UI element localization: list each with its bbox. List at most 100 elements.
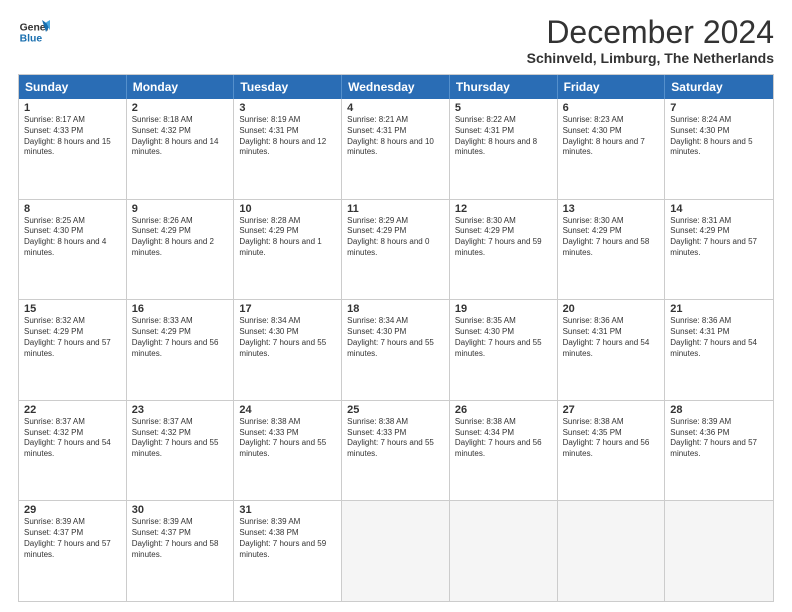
cal-cell: 10Sunrise: 8:28 AMSunset: 4:29 PMDayligh…: [234, 200, 342, 300]
day-number: 21: [670, 303, 768, 315]
cal-cell: 9Sunrise: 8:26 AMSunset: 4:29 PMDaylight…: [127, 200, 235, 300]
calendar-body: 1Sunrise: 8:17 AMSunset: 4:33 PMDaylight…: [19, 99, 773, 601]
day-number: 25: [347, 404, 444, 416]
cell-text: Sunrise: 8:38 AMSunset: 4:34 PMDaylight:…: [455, 417, 552, 460]
header-day-sunday: Sunday: [19, 75, 127, 99]
cell-text: Sunrise: 8:34 AMSunset: 4:30 PMDaylight:…: [347, 316, 444, 359]
cal-cell: 24Sunrise: 8:38 AMSunset: 4:33 PMDayligh…: [234, 401, 342, 501]
cell-text: Sunrise: 8:33 AMSunset: 4:29 PMDaylight:…: [132, 316, 229, 359]
day-number: 16: [132, 303, 229, 315]
week-row-1: 1Sunrise: 8:17 AMSunset: 4:33 PMDaylight…: [19, 99, 773, 200]
header-day-saturday: Saturday: [665, 75, 773, 99]
cal-cell: 3Sunrise: 8:19 AMSunset: 4:31 PMDaylight…: [234, 99, 342, 199]
day-number: 27: [563, 404, 660, 416]
cell-text: Sunrise: 8:38 AMSunset: 4:35 PMDaylight:…: [563, 417, 660, 460]
cal-cell: 27Sunrise: 8:38 AMSunset: 4:35 PMDayligh…: [558, 401, 666, 501]
cal-cell: 21Sunrise: 8:36 AMSunset: 4:31 PMDayligh…: [665, 300, 773, 400]
cell-text: Sunrise: 8:29 AMSunset: 4:29 PMDaylight:…: [347, 216, 444, 259]
header-day-friday: Friday: [558, 75, 666, 99]
cal-cell: 8Sunrise: 8:25 AMSunset: 4:30 PMDaylight…: [19, 200, 127, 300]
cell-text: Sunrise: 8:39 AMSunset: 4:37 PMDaylight:…: [132, 517, 229, 560]
cal-cell: 31Sunrise: 8:39 AMSunset: 4:38 PMDayligh…: [234, 501, 342, 601]
day-number: 19: [455, 303, 552, 315]
day-number: 23: [132, 404, 229, 416]
cell-text: Sunrise: 8:34 AMSunset: 4:30 PMDaylight:…: [239, 316, 336, 359]
day-number: 11: [347, 203, 444, 215]
week-row-5: 29Sunrise: 8:39 AMSunset: 4:37 PMDayligh…: [19, 501, 773, 601]
cell-text: Sunrise: 8:39 AMSunset: 4:38 PMDaylight:…: [239, 517, 336, 560]
cal-cell: 4Sunrise: 8:21 AMSunset: 4:31 PMDaylight…: [342, 99, 450, 199]
cal-cell: 30Sunrise: 8:39 AMSunset: 4:37 PMDayligh…: [127, 501, 235, 601]
day-number: 13: [563, 203, 660, 215]
cal-cell: 15Sunrise: 8:32 AMSunset: 4:29 PMDayligh…: [19, 300, 127, 400]
cal-cell: 12Sunrise: 8:30 AMSunset: 4:29 PMDayligh…: [450, 200, 558, 300]
cell-text: Sunrise: 8:38 AMSunset: 4:33 PMDaylight:…: [239, 417, 336, 460]
cell-text: Sunrise: 8:18 AMSunset: 4:32 PMDaylight:…: [132, 115, 229, 158]
week-row-4: 22Sunrise: 8:37 AMSunset: 4:32 PMDayligh…: [19, 401, 773, 502]
cell-text: Sunrise: 8:30 AMSunset: 4:29 PMDaylight:…: [563, 216, 660, 259]
cell-text: Sunrise: 8:21 AMSunset: 4:31 PMDaylight:…: [347, 115, 444, 158]
cell-text: Sunrise: 8:22 AMSunset: 4:31 PMDaylight:…: [455, 115, 552, 158]
cal-cell: 18Sunrise: 8:34 AMSunset: 4:30 PMDayligh…: [342, 300, 450, 400]
day-number: 9: [132, 203, 229, 215]
cal-cell: 25Sunrise: 8:38 AMSunset: 4:33 PMDayligh…: [342, 401, 450, 501]
day-number: 5: [455, 102, 552, 114]
cell-text: Sunrise: 8:24 AMSunset: 4:30 PMDaylight:…: [670, 115, 768, 158]
day-number: 22: [24, 404, 121, 416]
cal-cell: [665, 501, 773, 601]
cal-cell: 29Sunrise: 8:39 AMSunset: 4:37 PMDayligh…: [19, 501, 127, 601]
header-day-tuesday: Tuesday: [234, 75, 342, 99]
day-number: 6: [563, 102, 660, 114]
cal-cell: 17Sunrise: 8:34 AMSunset: 4:30 PMDayligh…: [234, 300, 342, 400]
header-day-monday: Monday: [127, 75, 235, 99]
day-number: 26: [455, 404, 552, 416]
cal-cell: [450, 501, 558, 601]
cal-cell: 2Sunrise: 8:18 AMSunset: 4:32 PMDaylight…: [127, 99, 235, 199]
day-number: 18: [347, 303, 444, 315]
page: General Blue December 2024 Schinveld, Li…: [0, 0, 792, 612]
svg-text:Blue: Blue: [20, 34, 43, 45]
cal-cell: 19Sunrise: 8:35 AMSunset: 4:30 PMDayligh…: [450, 300, 558, 400]
day-number: 17: [239, 303, 336, 315]
cal-cell: 14Sunrise: 8:31 AMSunset: 4:29 PMDayligh…: [665, 200, 773, 300]
cal-cell: 20Sunrise: 8:36 AMSunset: 4:31 PMDayligh…: [558, 300, 666, 400]
cal-cell: 13Sunrise: 8:30 AMSunset: 4:29 PMDayligh…: [558, 200, 666, 300]
cal-cell: 28Sunrise: 8:39 AMSunset: 4:36 PMDayligh…: [665, 401, 773, 501]
day-number: 29: [24, 504, 121, 516]
day-number: 14: [670, 203, 768, 215]
day-number: 30: [132, 504, 229, 516]
cal-cell: 6Sunrise: 8:23 AMSunset: 4:30 PMDaylight…: [558, 99, 666, 199]
week-row-3: 15Sunrise: 8:32 AMSunset: 4:29 PMDayligh…: [19, 300, 773, 401]
day-number: 1: [24, 102, 121, 114]
cell-text: Sunrise: 8:36 AMSunset: 4:31 PMDaylight:…: [563, 316, 660, 359]
week-row-2: 8Sunrise: 8:25 AMSunset: 4:30 PMDaylight…: [19, 200, 773, 301]
day-number: 3: [239, 102, 336, 114]
day-number: 20: [563, 303, 660, 315]
calendar: SundayMondayTuesdayWednesdayThursdayFrid…: [18, 74, 774, 602]
cell-text: Sunrise: 8:38 AMSunset: 4:33 PMDaylight:…: [347, 417, 444, 460]
cal-cell: [342, 501, 450, 601]
header-day-wednesday: Wednesday: [342, 75, 450, 99]
cell-text: Sunrise: 8:39 AMSunset: 4:36 PMDaylight:…: [670, 417, 768, 460]
cell-text: Sunrise: 8:23 AMSunset: 4:30 PMDaylight:…: [563, 115, 660, 158]
cell-text: Sunrise: 8:17 AMSunset: 4:33 PMDaylight:…: [24, 115, 121, 158]
day-number: 7: [670, 102, 768, 114]
cell-text: Sunrise: 8:31 AMSunset: 4:29 PMDaylight:…: [670, 216, 768, 259]
day-number: 4: [347, 102, 444, 114]
day-number: 24: [239, 404, 336, 416]
title-block: December 2024 Schinveld, Limburg, The Ne…: [527, 16, 774, 66]
header-day-thursday: Thursday: [450, 75, 558, 99]
cell-text: Sunrise: 8:26 AMSunset: 4:29 PMDaylight:…: [132, 216, 229, 259]
cell-text: Sunrise: 8:37 AMSunset: 4:32 PMDaylight:…: [24, 417, 121, 460]
cell-text: Sunrise: 8:37 AMSunset: 4:32 PMDaylight:…: [132, 417, 229, 460]
header: General Blue December 2024 Schinveld, Li…: [18, 16, 774, 66]
cal-cell: 11Sunrise: 8:29 AMSunset: 4:29 PMDayligh…: [342, 200, 450, 300]
cal-cell: 23Sunrise: 8:37 AMSunset: 4:32 PMDayligh…: [127, 401, 235, 501]
day-number: 2: [132, 102, 229, 114]
cal-cell: 16Sunrise: 8:33 AMSunset: 4:29 PMDayligh…: [127, 300, 235, 400]
cell-text: Sunrise: 8:39 AMSunset: 4:37 PMDaylight:…: [24, 517, 121, 560]
cal-cell: 5Sunrise: 8:22 AMSunset: 4:31 PMDaylight…: [450, 99, 558, 199]
day-number: 10: [239, 203, 336, 215]
cal-cell: 7Sunrise: 8:24 AMSunset: 4:30 PMDaylight…: [665, 99, 773, 199]
logo: General Blue: [18, 16, 50, 48]
